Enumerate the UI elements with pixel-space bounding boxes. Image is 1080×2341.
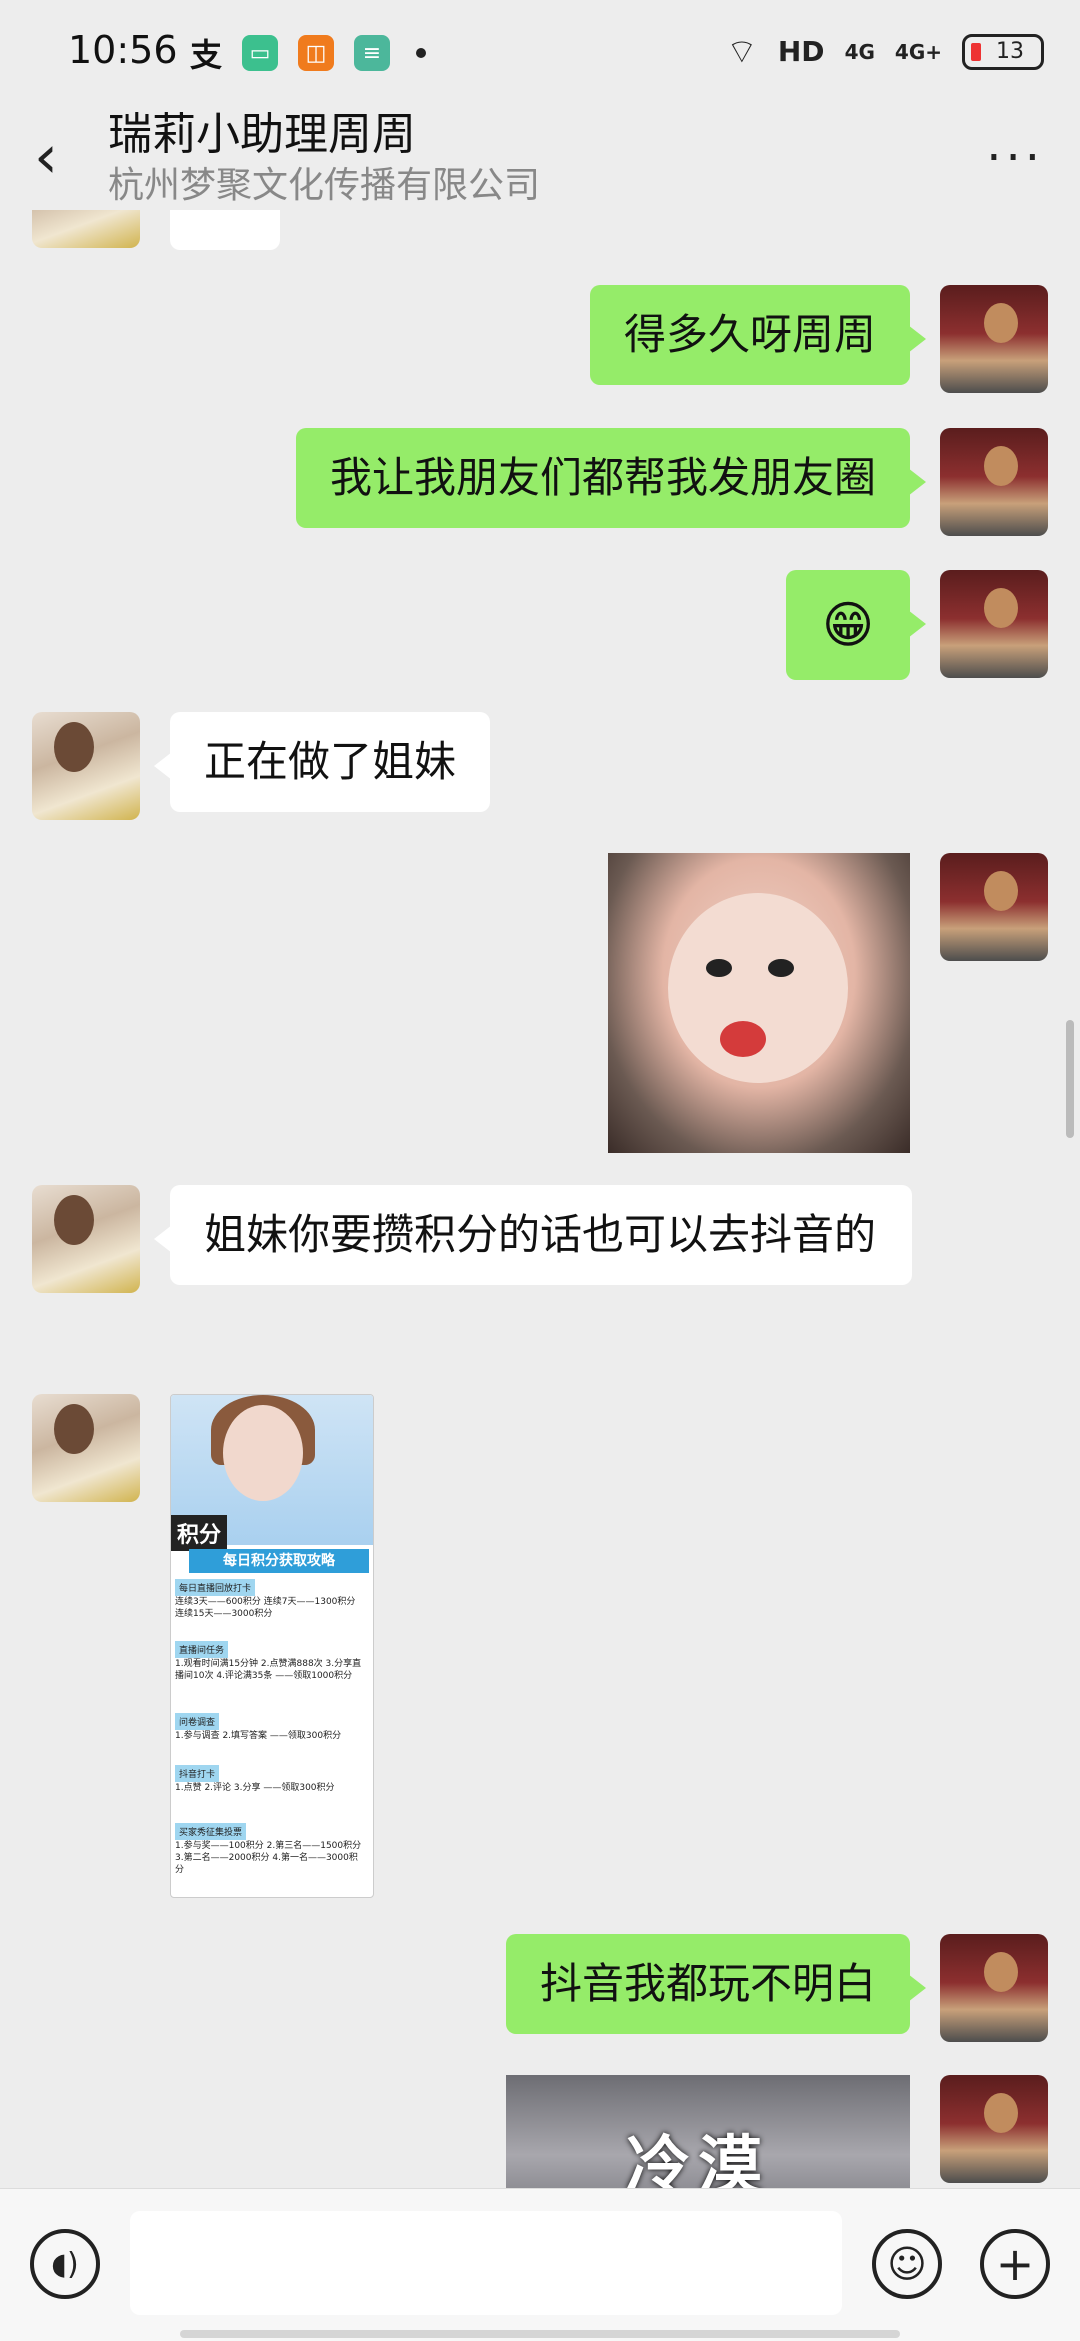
baby-eye — [768, 959, 794, 977]
chat-subtitle: 杭州梦聚文化传播有限公司 — [108, 165, 541, 206]
message-text: 姐妹你要攒积分的话也可以去抖音的 — [204, 1210, 877, 1259]
baby-eye — [706, 959, 732, 977]
poster-row: 抖音打卡1.点赞 2.评论 3.分享 ——领取300积分 — [175, 1765, 365, 1794]
image-message-poster[interactable]: 积分 每日积分获取攻略 每日直播回放打卡连续3天——600积分 连续7天——13… — [170, 1394, 374, 1898]
message-bubble[interactable]: 姐妹你要攒积分的话也可以去抖音的 — [154, 1185, 912, 1285]
notification-icons: 支 ▭ ◫ ≡ — [190, 30, 427, 76]
input-bar: ◖) ☺ + — [0, 2188, 1080, 2341]
poster-row-lines: 1.观看时间满15分钟 2.点赞满888次 3.分享直播间10次 4.评论满35… — [175, 1659, 362, 1681]
wifi-icon: ⌔ — [725, 32, 758, 72]
contact-avatar[interactable] — [32, 1185, 140, 1293]
chat-title: 瑞莉小助理周周 — [108, 109, 416, 160]
grin-emoji-icon: 😁 — [821, 596, 875, 654]
message-input[interactable] — [130, 2211, 842, 2315]
poster-row: 问卷调查1.参与调查 2.填写答案 ——领取300积分 — [175, 1713, 365, 1742]
emoji-message-bubble[interactable]: 😁 — [786, 570, 926, 680]
status-time: 10:56 — [68, 28, 178, 72]
message-text: 得多久呀周周 — [623, 310, 876, 359]
message-list[interactable]: 得多久呀周周 我让我朋友们都帮我发朋友圈 😁 正在做了姐妹 姐妹你要攒积分的话也… — [0, 210, 1080, 2188]
home-indicator — [180, 2330, 900, 2338]
message-text: 我让我朋友们都帮我发朋友圈 — [329, 453, 876, 502]
poster-row-lines: 1.参与奖——100积分 2.第三名——1500积分 3.第二名——2000积分… — [175, 1841, 362, 1875]
alipay-icon: 支 — [190, 36, 223, 74]
shop-app-icon: ◫ — [298, 35, 335, 71]
battery-icon: 13 — [962, 33, 1044, 70]
message-text: 抖音我都玩不明白 — [539, 1959, 876, 2008]
meme-caption: 冷漠 — [626, 2130, 770, 2188]
poster-face — [223, 1405, 303, 1501]
poster-row: 直播间任务1.观看时间满15分钟 2.点赞满888次 3.分享直播间10次 4.… — [175, 1641, 365, 1682]
poster-row-lines: 连续3天——600积分 连续7天——1300积分 连续15天——3000积分 — [175, 1597, 356, 1619]
finance-app-icon: ≡ — [354, 35, 391, 71]
my-avatar[interactable] — [940, 1934, 1048, 2042]
baby-mouth — [720, 1021, 766, 1057]
my-avatar[interactable] — [940, 285, 1048, 393]
message-bubble[interactable]: 正在做了姐妹 — [153, 712, 491, 812]
contact-avatar[interactable] — [32, 1394, 140, 1502]
message-bubble[interactable]: 抖音我都玩不明白 — [505, 1934, 927, 2034]
poster-row: 每日直播回放打卡连续3天——600积分 连续7天——1300积分 连续15天——… — [175, 1579, 365, 1620]
emoji-icon[interactable]: ☺ — [872, 2229, 942, 2299]
my-avatar[interactable] — [940, 853, 1048, 961]
poster-row: 买家秀征集投票1.参与奖——100积分 2.第三名——1500积分 3.第二名—… — [175, 1823, 365, 1876]
poster-row-lines: 1.参与调查 2.填写答案 ——领取300积分 — [175, 1731, 342, 1741]
my-avatar[interactable] — [940, 570, 1048, 678]
poster-row-tag: 问卷调查 — [175, 1713, 220, 1730]
poster-row-tag: 直播间任务 — [175, 1641, 229, 1658]
status-bar: 10:56 支 ▭ ◫ ≡ ⌔ HD 4G 4G+ 13 — [0, 0, 1080, 100]
more-notifications-dot — [416, 48, 427, 58]
poster-row-tag: 每日直播回放打卡 — [175, 1579, 256, 1596]
poster-badge: 积分 — [171, 1515, 228, 1551]
chat-header: ‹ 瑞莉小助理周周 杭州梦聚文化传播有限公司 ··· — [0, 90, 1080, 210]
scrollbar[interactable] — [1066, 1020, 1074, 1138]
baby-face — [668, 893, 848, 1083]
poster-row-tag: 买家秀征集投票 — [175, 1823, 247, 1840]
my-avatar[interactable] — [940, 428, 1048, 536]
plus-icon[interactable]: + — [980, 2229, 1050, 2299]
system-status-icons: ⌔ HD 4G 4G+ 13 — [726, 30, 1044, 73]
contact-avatar[interactable] — [32, 712, 140, 820]
message-bubble[interactable]: 我让我朋友们都帮我发朋友圈 — [295, 428, 927, 528]
contact-avatar[interactable] — [32, 210, 140, 248]
message-bubble[interactable] — [170, 210, 280, 250]
signal-4g-plus-icon: 4G+ — [894, 39, 942, 64]
message-app-icon: ▭ — [242, 35, 279, 71]
hd-label: HD — [777, 35, 825, 68]
back-icon[interactable]: ‹ — [34, 122, 58, 192]
image-message-meme[interactable]: 冷漠 — [506, 2075, 910, 2188]
message-text: 正在做了姐妹 — [204, 737, 457, 786]
poster-row-tag: 抖音打卡 — [175, 1765, 220, 1782]
more-icon[interactable]: ··· — [986, 130, 1044, 186]
poster-row-lines: 1.点赞 2.评论 3.分享 ——领取300积分 — [175, 1783, 335, 1793]
poster-heading: 每日积分获取攻略 — [189, 1549, 369, 1573]
my-avatar[interactable] — [940, 2075, 1048, 2183]
voice-icon[interactable]: ◖) — [30, 2229, 100, 2299]
message-bubble[interactable]: 得多久呀周周 — [589, 285, 927, 385]
battery-level: 13 — [996, 39, 1024, 64]
signal-4g-icon: 4G — [844, 39, 875, 64]
image-message-baby[interactable] — [608, 853, 910, 1153]
